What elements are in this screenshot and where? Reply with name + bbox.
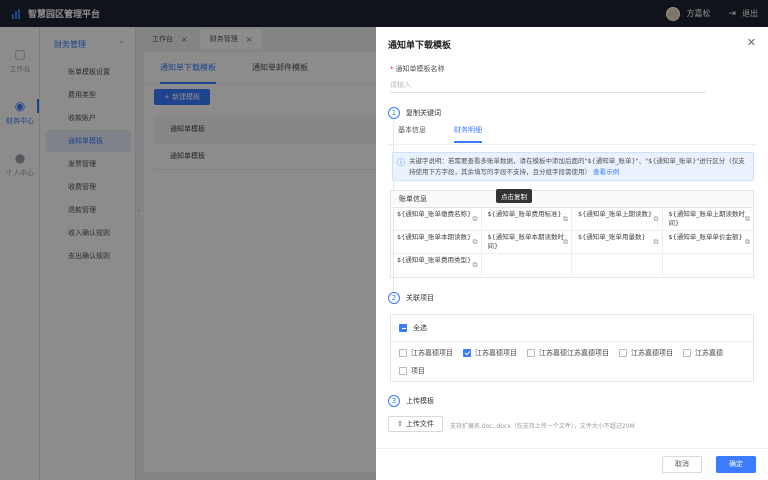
- project-checkbox[interactable]: [619, 349, 627, 357]
- divider: [391, 341, 753, 342]
- project-label: 江苏嘉德项目: [631, 349, 673, 357]
- keyword-text: ${通知单_账单本期读数}: [397, 233, 472, 241]
- drawer-footer: 取消 确定: [376, 448, 768, 480]
- select-all-checkbox[interactable]: [399, 324, 407, 332]
- copy-icon[interactable]: ⧉: [473, 238, 478, 247]
- copy-icon[interactable]: ⧉: [563, 238, 568, 247]
- project-label: 江苏嘉德: [695, 349, 723, 357]
- step-number: 2: [388, 292, 400, 304]
- keyword-cell[interactable]: ${通知单_账单用量数} ⧉: [572, 231, 663, 253]
- grid-row: ${通知单_账单费用类型} ⧉: [391, 254, 753, 277]
- template-name-label-text: 通知单模板名称: [395, 65, 445, 73]
- project-selector: 全选 江苏嘉德项目 江苏嘉德项目 江苏嘉德江苏嘉德项目 江苏嘉德项目 江苏嘉德 …: [390, 314, 754, 382]
- grid-row: ${通知单_账单缴费名称} ⧉ ${通知单_账单费用标准} ⧉ ${通知单_账单上期…: [391, 208, 753, 231]
- upload-hint: 支持扩展名.doc,.docx（仅支持上传一个文件），文件大小不超过20M: [450, 423, 635, 430]
- grid-header: 账单信息: [391, 191, 753, 208]
- keyword-cell[interactable]: ${通知单_账单上期读数} ⧉: [572, 208, 663, 230]
- project-list: 江苏嘉德项目 江苏嘉德项目 江苏嘉德江苏嘉德项目 江苏嘉德项目 江苏嘉德 项目: [399, 348, 751, 376]
- step-number: 1: [388, 107, 400, 119]
- tab-basic-info[interactable]: 基本信息: [398, 125, 426, 143]
- keyword-cell[interactable]: ${通知单_账单单价金额} ⧉: [663, 231, 754, 253]
- project-label: 江苏嘉德项目: [475, 349, 517, 357]
- info-icon: ⓘ: [397, 158, 405, 167]
- keyword-text: ${通知单_账单单价金额}: [668, 233, 743, 241]
- project-option[interactable]: 项目: [399, 366, 425, 376]
- project-label: 江苏嘉德项目: [411, 349, 453, 357]
- project-checkbox[interactable]: [683, 349, 691, 357]
- keyword-cell[interactable]: ${通知单_账单本期读数时间} ⧉: [482, 231, 572, 253]
- keyword-text: ${通知单_账单用量数}: [578, 233, 646, 241]
- keyword-cell[interactable]: ${通知单_账单上期读数时间} ⧉: [663, 208, 754, 230]
- copy-icon[interactable]: ⧉: [745, 215, 750, 224]
- project-label: 江苏嘉德江苏嘉德项目: [539, 349, 609, 357]
- step-title: 复制关键词: [406, 109, 441, 117]
- project-checkbox[interactable]: [527, 349, 535, 357]
- step-upload-template: 3 上传模板: [388, 395, 434, 407]
- tab-finance-detail[interactable]: 财务明细: [454, 125, 482, 143]
- copy-icon[interactable]: ⧉: [473, 215, 478, 224]
- close-icon[interactable]: ✕: [747, 36, 756, 49]
- keyword-text: ${通知单_账单本期读数时间}: [487, 233, 565, 250]
- keyword-grid: 账单信息 ${通知单_账单缴费名称} ⧉ ${通知单_账单费用标准} ⧉ ${通知单…: [390, 190, 754, 278]
- copy-icon[interactable]: ⧉: [563, 215, 568, 224]
- select-all[interactable]: 全选: [399, 323, 427, 333]
- keyword-cell[interactable]: ${通知单_账单费用类型} ⧉: [391, 254, 482, 277]
- keyword-cell[interactable]: ${通知单_账单本期读数} ⧉: [391, 231, 482, 253]
- keyword-cell[interactable]: ${通知单_账单缴费名称} ⧉: [391, 208, 482, 230]
- upload-label: 上传文件: [405, 420, 434, 428]
- empty-cell: [572, 254, 663, 277]
- project-option[interactable]: 江苏嘉德江苏嘉德项目: [527, 348, 609, 358]
- project-option[interactable]: 江苏嘉德项目: [463, 348, 517, 358]
- step-title: 上传模板: [406, 397, 434, 405]
- required-mark: *: [390, 65, 394, 73]
- keyword-text: ${通知单_账单上期读数时间}: [668, 210, 746, 227]
- keyword-tabs: 基本信息 财务明细: [398, 125, 482, 143]
- step-copy-keywords: 1 复制关键词: [388, 107, 441, 119]
- keyword-text: ${通知单_账单缴费名称}: [397, 210, 472, 218]
- keyword-text: ${通知单_账单费用类型}: [397, 256, 472, 264]
- tab-divider: [388, 144, 756, 145]
- step-link-projects: 2 关联项目: [388, 292, 434, 304]
- keyword-text: ${通知单_账单费用标准}: [487, 210, 562, 218]
- template-drawer: 通知单下载模板 ✕ *通知单模板名称 1 复制关键词 基本信息 财务明细 ⓘ 关…: [376, 27, 768, 480]
- step-title: 关联项目: [406, 294, 434, 302]
- copy-icon[interactable]: ⧉: [654, 238, 659, 247]
- copy-icon[interactable]: ⧉: [654, 215, 659, 224]
- project-checkbox[interactable]: [399, 349, 407, 357]
- project-label: 项目: [411, 367, 425, 375]
- tip-text: 关键字说明：若需要查看多账单数据，请在模板中添加后面的"${通知单_账单}"、"…: [409, 157, 745, 176]
- grid-row: ${通知单_账单本期读数} ⧉ ${通知单_账单本期读数时间} ⧉ ${通知单_账单…: [391, 231, 753, 254]
- info-tip: ⓘ 关键字说明：若需要查看多账单数据，请在模板中添加后面的"${通知单_账单}"…: [392, 152, 754, 181]
- upload-file-button[interactable]: ⇧ 上传文件: [388, 416, 443, 432]
- template-name-input[interactable]: [390, 77, 706, 93]
- copy-icon[interactable]: ⧉: [473, 261, 478, 270]
- empty-cell: [482, 254, 572, 277]
- upload-icon: ⇧: [397, 420, 403, 428]
- keyword-text: ${通知单_账单上期读数}: [578, 210, 653, 218]
- copy-icon[interactable]: ⧉: [745, 238, 750, 247]
- keyword-cell[interactable]: ${通知单_账单费用标准} ⧉: [482, 208, 572, 230]
- project-checkbox[interactable]: [399, 367, 407, 375]
- project-option[interactable]: 江苏嘉德项目: [399, 348, 453, 358]
- confirm-button[interactable]: 确定: [716, 456, 756, 473]
- select-all-label: 全选: [413, 324, 427, 332]
- copy-tooltip: 点击复制: [496, 189, 532, 203]
- project-option[interactable]: 江苏嘉德: [683, 348, 723, 358]
- view-example-link[interactable]: 查看示例: [593, 168, 619, 176]
- project-option[interactable]: 江苏嘉德项目: [619, 348, 673, 358]
- cancel-button[interactable]: 取消: [662, 456, 702, 473]
- project-checkbox[interactable]: [463, 349, 471, 357]
- template-name-label: * 通知单模板名称: [390, 64, 445, 74]
- empty-cell: [663, 254, 754, 277]
- step-number: 3: [388, 395, 400, 407]
- drawer-title: 通知单下载模板: [388, 41, 452, 51]
